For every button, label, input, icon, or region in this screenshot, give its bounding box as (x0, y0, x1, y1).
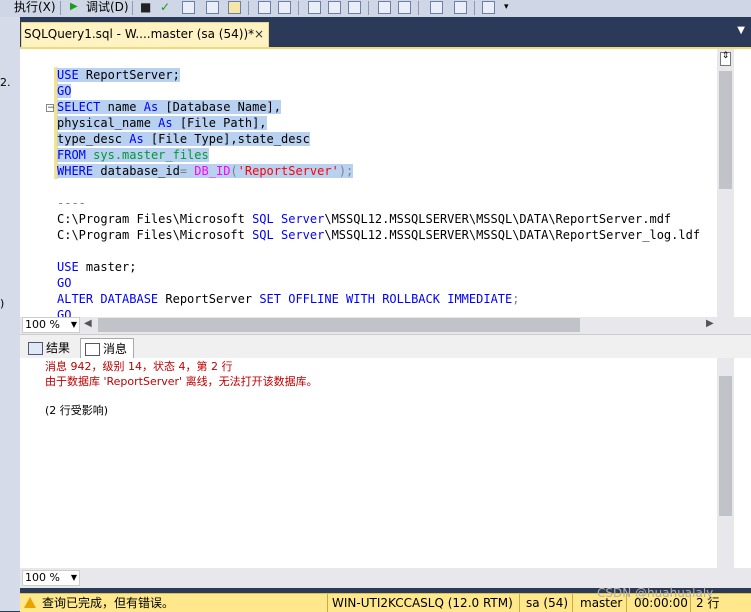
decrease-indent-icon[interactable] (378, 1, 391, 14)
collapse-icon[interactable]: − (46, 104, 55, 113)
scroll-right-icon[interactable]: ▶ (706, 318, 714, 329)
debug-button[interactable]: 调试(D) (86, 0, 129, 14)
toolbar: 执行(X) ▶ 调试(D) ■ ✓ ▾ (0, 0, 751, 18)
toolbar-separator (60, 1, 61, 15)
editor-horizontal-scrollbar[interactable]: 100 % ▼ ◀ ▶ (20, 317, 751, 334)
object-explorer-fragment: 2. ) (0, 17, 20, 611)
editor-zoom-select[interactable]: 100 % ▼ (22, 317, 80, 333)
results-to-grid-icon[interactable] (258, 1, 271, 14)
uncomment-icon[interactable] (328, 1, 341, 14)
tab-sqlquery1[interactable]: SQLQuery1.sql - W....master (sa (54))* × (21, 22, 269, 47)
stop-icon[interactable]: ■ (140, 0, 151, 14)
watermark-text: CSDN @huahualaly (597, 586, 714, 600)
warning-icon (24, 597, 36, 608)
status-divider (327, 594, 328, 612)
close-icon[interactable]: × (254, 27, 264, 41)
error-message-line: 消息 942，级别 14，状态 4，第 2 行 (45, 360, 233, 373)
toolbar-separator (298, 1, 299, 15)
results-tab-strip: 结果 消息 (20, 334, 751, 359)
editor-vertical-scrollbar[interactable] (717, 49, 734, 319)
code-line: USE ReportServer; (57, 68, 180, 82)
messages-icon (85, 343, 100, 356)
align-left-icon[interactable] (430, 1, 443, 14)
chevron-down-icon: ▼ (70, 320, 77, 329)
code-line: type_desc As [File Type],state_desc (57, 132, 310, 146)
display-plan-icon[interactable] (182, 1, 195, 14)
increase-indent-icon[interactable] (398, 1, 411, 14)
toolbar-separator (418, 1, 419, 15)
code-line: C:\Program Files\Microsoft SQL Server\MS… (57, 228, 701, 242)
editor-margin (20, 49, 54, 319)
scrollbar-thumb[interactable] (98, 318, 580, 332)
code-line: C:\Program Files\Microsoft SQL Server\MS… (57, 212, 672, 226)
tree-fragment-text: 2. (0, 76, 11, 89)
toolbar-separator (248, 1, 249, 15)
chevron-down-icon: ▼ (70, 573, 77, 582)
code-line: physical_name As [File Path], (57, 116, 267, 130)
query-designer-icon[interactable] (206, 1, 219, 14)
rows-affected-message: (2 行受影响) (45, 404, 109, 417)
tab-title: SQLQuery1.sql - W....master (sa (54))* (24, 27, 255, 41)
code-line: USE master; (57, 260, 137, 274)
execute-button[interactable]: 执行(X) (14, 0, 56, 14)
tab-results[interactable]: 结果 (24, 338, 76, 358)
tree-fragment-text: ) (0, 297, 5, 310)
scroll-left-icon[interactable]: ◀ (84, 318, 92, 329)
code-line: ---- (57, 196, 86, 210)
results-horizontal-scrollbar[interactable]: 100 % ▼ (20, 568, 751, 588)
code-line: FROM sys.master_files (57, 148, 209, 162)
error-message-line: 由于数据库 'ReportServer' 离线，无法打开该数据库。 (45, 375, 318, 388)
messages-vertical-scrollbar[interactable] (717, 358, 734, 568)
query-editor[interactable]: − USE ReportServer; GO SELECT name As [D… (20, 47, 751, 319)
code-line: WHERE database_id= DB_ID('ReportServer')… (57, 164, 354, 178)
grid-icon (28, 342, 43, 355)
toolbar-separator (368, 1, 369, 15)
status-server: WIN-UTI2KCCASLQ (12.0 RTM) (332, 596, 513, 610)
chevron-down-icon[interactable]: ▼ (737, 25, 745, 36)
results-to-text-icon[interactable] (228, 1, 241, 14)
status-message: 查询已完成，但有错误。 (42, 596, 175, 610)
code-line: GO (57, 276, 72, 290)
document-tab-bar: SQLQuery1.sql - W....master (sa (54))* ×… (20, 17, 751, 47)
play-icon: ▶ (70, 1, 78, 12)
parse-check-icon[interactable]: ✓ (160, 0, 170, 14)
specify-values-icon[interactable] (348, 1, 361, 14)
results-to-file-icon[interactable] (278, 1, 291, 14)
toolbar-separator (132, 1, 133, 15)
status-divider (572, 594, 573, 612)
status-login: sa (54) (526, 596, 569, 610)
scrollbar-thumb[interactable] (719, 71, 732, 189)
template-params-icon[interactable] (482, 1, 495, 14)
align-right-icon[interactable] (454, 1, 467, 14)
toolbar-overflow-icon[interactable]: ▾ (504, 0, 509, 14)
code-line: SELECT name As [Database Name], (57, 100, 281, 114)
tab-messages[interactable]: 消息 (80, 338, 135, 359)
code-line: ALTER DATABASE ReportServer SET OFFLINE … (57, 292, 520, 306)
toolbar-separator (474, 1, 475, 15)
scrollbar-thumb[interactable] (719, 376, 732, 516)
comment-icon[interactable] (308, 1, 321, 14)
split-editor-icon[interactable]: ⇕ (720, 52, 731, 66)
code-line: GO (57, 84, 72, 98)
messages-pane[interactable]: 消息 942，级别 14，状态 4，第 2 行 由于数据库 'ReportSer… (20, 358, 751, 568)
results-zoom-select[interactable]: 100 % ▼ (22, 570, 80, 586)
status-divider (519, 594, 520, 612)
